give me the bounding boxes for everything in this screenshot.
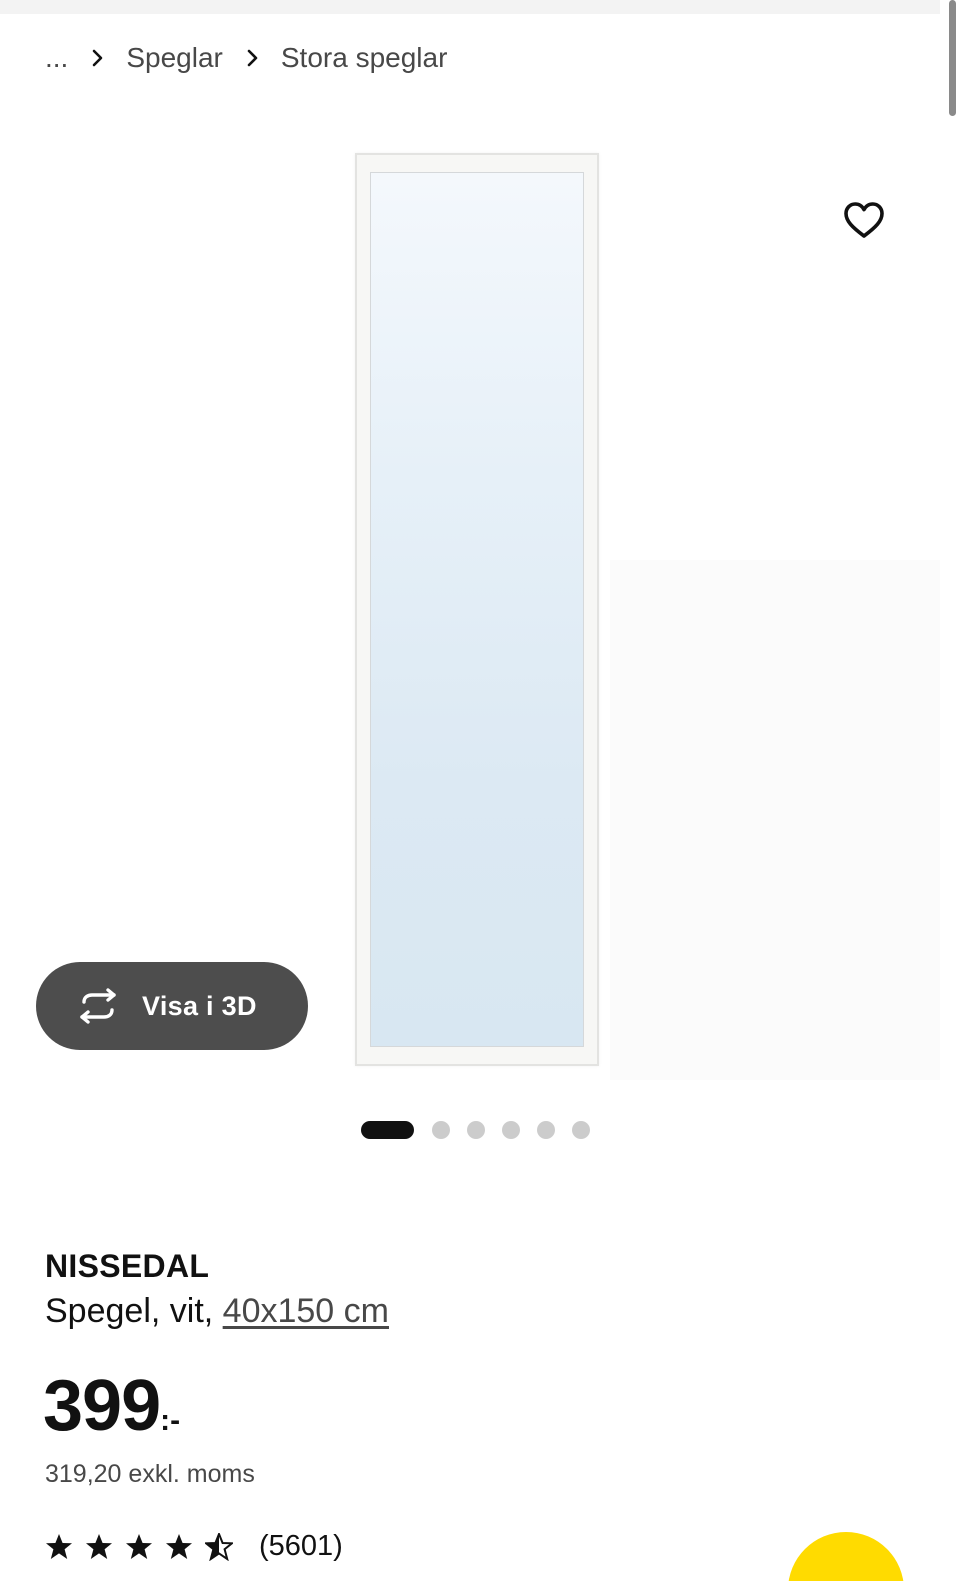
carousel-dot-2[interactable] bbox=[432, 1121, 450, 1139]
breadcrumb-item-speglar[interactable]: Speglar bbox=[126, 42, 223, 74]
product-image[interactable] bbox=[355, 153, 599, 1066]
price: 399 :- bbox=[43, 1368, 180, 1444]
carousel-dot-5[interactable] bbox=[537, 1121, 555, 1139]
rating[interactable]: (5601) bbox=[45, 1530, 343, 1563]
star-icon bbox=[125, 1533, 153, 1561]
breadcrumb-ellipsis[interactable]: ... bbox=[45, 42, 68, 74]
view-in-3d-label: Visa i 3D bbox=[142, 990, 257, 1021]
product-size-link[interactable]: 40x150 cm bbox=[223, 1292, 389, 1330]
carousel-dots bbox=[361, 1121, 607, 1139]
scrollbar[interactable] bbox=[946, 0, 960, 1581]
breadcrumb-item-stora-speglar[interactable]: Stora speglar bbox=[281, 42, 448, 74]
heart-icon bbox=[842, 200, 886, 245]
carousel-dot-3[interactable] bbox=[467, 1121, 485, 1139]
product-page: ... Speglar Stora speglar Visa i 3D NISS… bbox=[0, 0, 960, 1581]
carousel-dot-6[interactable] bbox=[572, 1121, 590, 1139]
star-half-icon bbox=[205, 1532, 233, 1561]
mirror-glass bbox=[370, 172, 584, 1047]
price-integer: 399 bbox=[43, 1366, 161, 1446]
scrollbar-thumb[interactable] bbox=[949, 0, 956, 116]
carousel-dot-4[interactable] bbox=[502, 1121, 520, 1139]
product-description: Spegel, vit, 40x150 cm bbox=[45, 1292, 389, 1331]
product-name: NISSEDAL bbox=[45, 1248, 210, 1284]
chat-button[interactable] bbox=[788, 1532, 904, 1581]
image-background bbox=[610, 560, 940, 1080]
price-excl-vat: 319,20 exkl. moms bbox=[45, 1460, 255, 1488]
rotate-3d-icon bbox=[74, 988, 122, 1024]
price-suffix: :- bbox=[160, 1404, 181, 1437]
rating-count: (5601) bbox=[259, 1530, 343, 1562]
star-icon bbox=[45, 1533, 73, 1561]
top-strip bbox=[0, 0, 940, 14]
breadcrumb: ... Speglar Stora speglar bbox=[45, 42, 447, 74]
star-icon bbox=[85, 1533, 113, 1561]
chevron-right-icon bbox=[86, 47, 108, 69]
star-icon bbox=[165, 1533, 193, 1561]
product-description-text: Spegel, vit, bbox=[45, 1292, 223, 1330]
view-in-3d-button[interactable]: Visa i 3D bbox=[36, 962, 308, 1050]
carousel-dot-1[interactable] bbox=[361, 1121, 414, 1139]
chevron-right-icon bbox=[241, 47, 263, 69]
favorite-button[interactable] bbox=[838, 198, 890, 246]
